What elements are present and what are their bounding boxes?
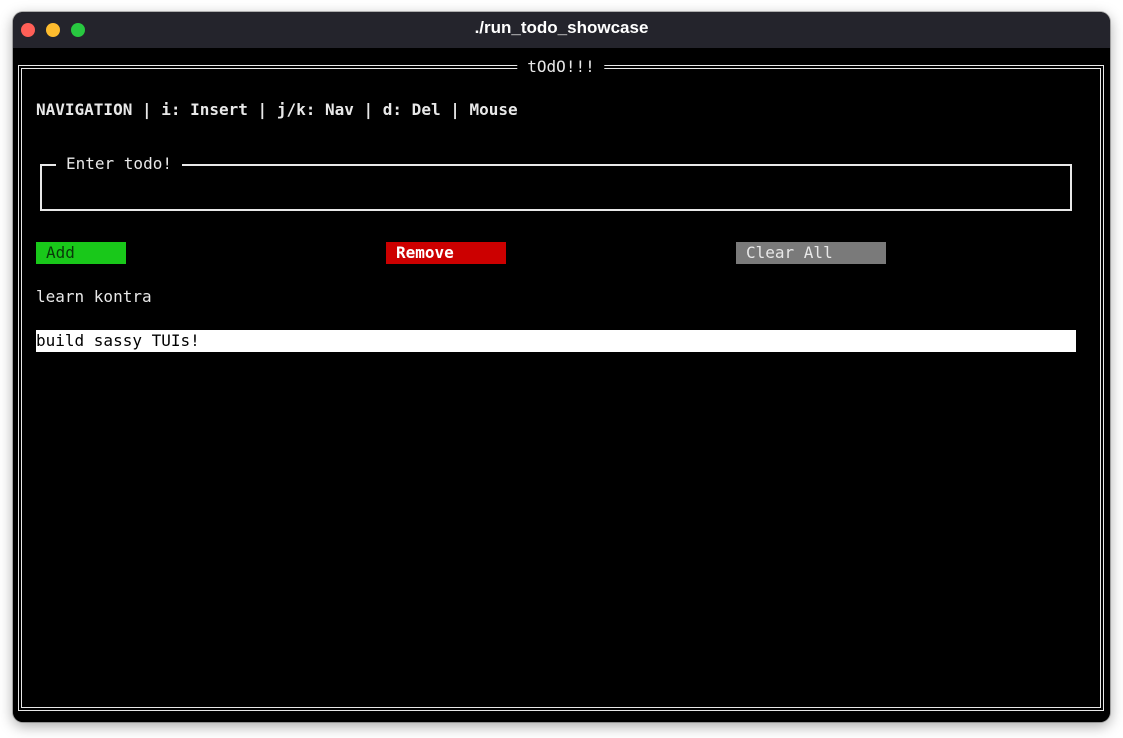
window-title: ./run_todo_showcase — [474, 18, 649, 37]
remove-button[interactable]: Remove — [386, 242, 506, 264]
add-button[interactable]: Add — [36, 242, 126, 264]
terminal-window: ./run_todo_showcase tOdO!!! NAVIGATION |… — [13, 12, 1110, 722]
terminal-content: tOdO!!! NAVIGATION | i: Insert | j/k: Na… — [13, 48, 1110, 722]
todo-item[interactable]: learn kontra — [36, 286, 1076, 308]
mode-status-line: NAVIGATION | i: Insert | j/k: Nav | d: D… — [36, 100, 518, 119]
todo-item-selected[interactable]: build sassy TUIs! — [36, 330, 1076, 352]
todo-input-box[interactable]: Enter todo! — [40, 154, 1072, 211]
todo-input-label: Enter todo! — [56, 154, 182, 174]
clear-all-button[interactable]: Clear All — [736, 242, 886, 264]
todo-input[interactable] — [50, 180, 1050, 200]
todo-list: learn kontra build sassy TUIs! — [36, 286, 1076, 374]
title-bar[interactable]: ./run_todo_showcase — [13, 12, 1110, 48]
app-title: tOdO!!! — [517, 57, 605, 77]
